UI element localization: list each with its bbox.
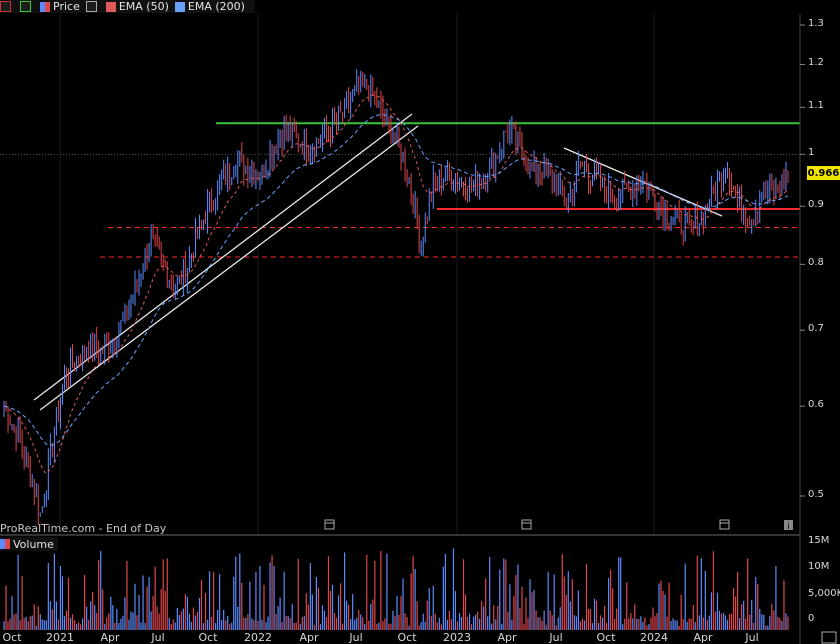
x-axis-label: 2023 xyxy=(443,631,471,644)
x-axis-label: Oct xyxy=(596,631,616,644)
x-axis-label: Oct xyxy=(397,631,417,644)
price-axis-label: 0.5 xyxy=(808,489,824,500)
last-price-tag: 0.966 xyxy=(807,166,840,180)
price-label: Price xyxy=(53,0,80,13)
ema50-legend[interactable]: EMA (50) xyxy=(105,0,169,13)
price-axis-label: 1 xyxy=(808,147,815,159)
ema200-legend[interactable]: EMA (200) xyxy=(174,0,245,13)
chart-type-icon[interactable] xyxy=(20,1,34,12)
x-axis-label: Jul xyxy=(745,631,759,644)
x-axis-label: Jul xyxy=(151,631,165,644)
ema200-swatch-icon xyxy=(174,1,185,12)
volume-axis-label: 15M xyxy=(808,535,830,546)
x-axis-label: Oct xyxy=(2,631,22,644)
x-axis-label: Jul xyxy=(549,631,563,644)
menu-icon[interactable] xyxy=(85,1,100,12)
x-axis-label: Apr xyxy=(693,631,713,644)
remove-icon[interactable] xyxy=(0,1,14,12)
price-swatch-icon xyxy=(40,1,50,12)
ema200-label: EMA (200) xyxy=(187,0,245,13)
volume-swatch-icon xyxy=(0,539,10,549)
x-axis-label: 2022 xyxy=(244,631,272,644)
volume-axis-label: 10M xyxy=(808,561,830,572)
volume-legend[interactable]: Volume xyxy=(0,537,58,551)
price-axis-label: 1.1 xyxy=(808,100,824,112)
price-axis-label: 0.6 xyxy=(808,399,824,411)
price-legend[interactable]: Price xyxy=(40,0,80,13)
price-axis-label: 1.2 xyxy=(808,57,824,69)
price-axis-label: 0.8 xyxy=(808,257,824,269)
price-chart[interactable]: i xyxy=(0,0,840,644)
x-axis-label: 2024 xyxy=(640,631,668,644)
volume-axis-label: 5,000K xyxy=(808,588,840,599)
volume-label: Volume xyxy=(13,537,54,551)
x-axis-label: Jul xyxy=(349,631,363,644)
price-axis-label: 0.9 xyxy=(808,199,824,211)
source-label: ProRealTime.com - End of Day xyxy=(0,522,167,535)
x-axis-label: Apr xyxy=(299,631,319,644)
x-axis-label: Oct xyxy=(198,631,218,644)
chart-toolbar: Price EMA (50) EMA (200) xyxy=(0,0,255,13)
svg-text:i: i xyxy=(787,522,790,532)
volume-axis-label: 0 xyxy=(808,613,815,624)
x-axis-label: Apr xyxy=(497,631,517,644)
price-axis-label: 0.7 xyxy=(808,323,824,335)
ema50-label: EMA (50) xyxy=(118,0,169,13)
x-axis-label: 2021 xyxy=(46,631,74,644)
ema50-swatch-icon xyxy=(105,1,116,12)
x-axis-label: Apr xyxy=(100,631,120,644)
price-axis-label: 1.3 xyxy=(808,18,824,29)
